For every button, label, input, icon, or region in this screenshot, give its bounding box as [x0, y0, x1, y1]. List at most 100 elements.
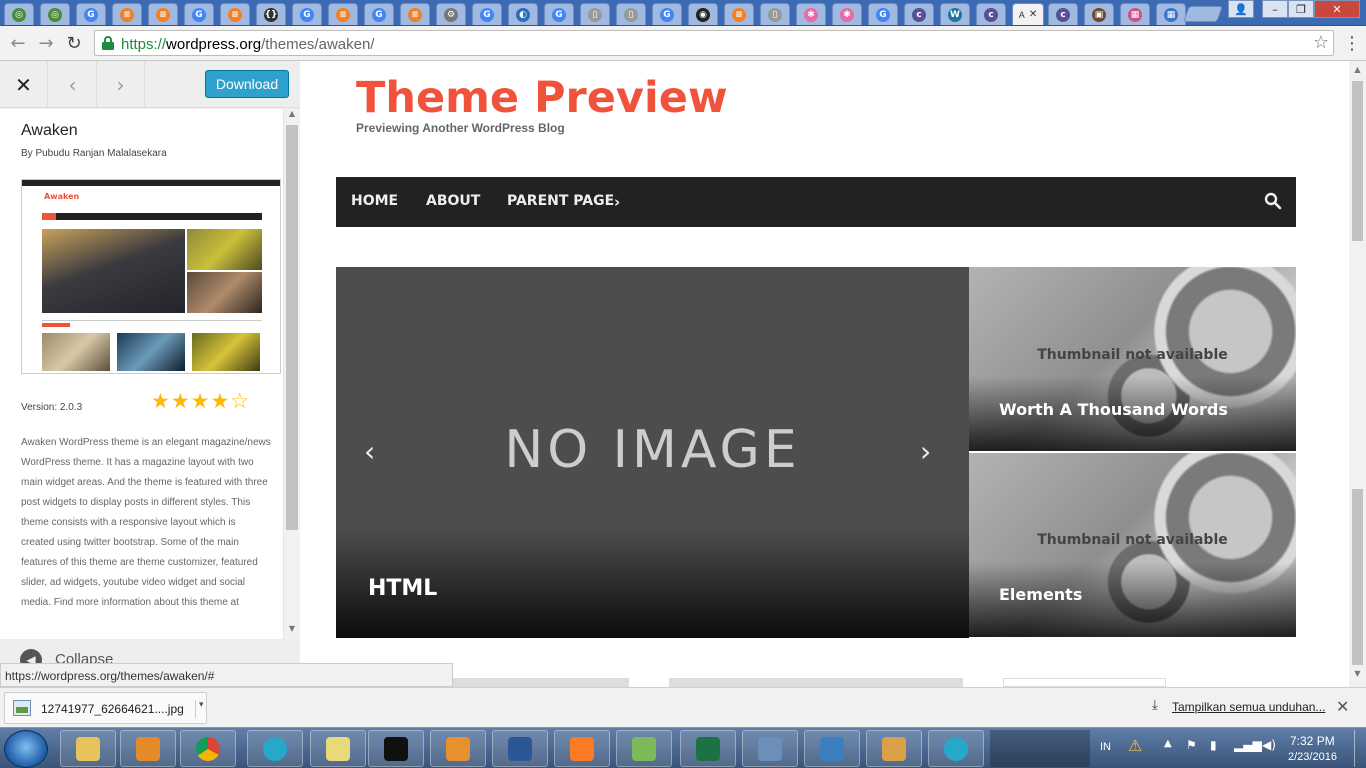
browser-tab[interactable]: ▯: [616, 3, 646, 25]
slide-title[interactable]: HTML: [368, 576, 437, 601]
scroll-down-icon[interactable]: ▼: [284, 624, 300, 636]
app-taskbar-icon[interactable]: [928, 730, 984, 767]
explorer-taskbar-icon[interactable]: [60, 730, 116, 767]
nav-item-about[interactable]: ABOUT: [426, 193, 480, 209]
browser-tab[interactable]: G: [292, 3, 322, 25]
volume-icon[interactable]: ◀): [1262, 738, 1276, 752]
app-taskbar-icon[interactable]: [247, 730, 303, 767]
nav-item-parent-page[interactable]: PARENT PAGE: [507, 193, 614, 209]
browser-tab-active[interactable]: A ✕: [1012, 3, 1044, 25]
browser-tab[interactable]: {}: [256, 3, 286, 25]
browser-tab[interactable]: ◐: [508, 3, 538, 25]
chrome-taskbar-icon[interactable]: [180, 730, 236, 767]
back-icon[interactable]: ←: [6, 32, 30, 54]
close-window-button[interactable]: ✕: [1314, 0, 1360, 18]
slider-next-icon[interactable]: ›: [920, 435, 931, 468]
browser-tab[interactable]: ≡: [148, 3, 178, 25]
media-player-taskbar-icon[interactable]: [120, 730, 176, 767]
browser-tab[interactable]: ▯: [580, 3, 610, 25]
minimize-button[interactable]: –: [1262, 0, 1288, 18]
browser-tab[interactable]: ✱: [832, 3, 862, 25]
browser-tab[interactable]: G: [544, 3, 574, 25]
browser-tab[interactable]: ≡: [112, 3, 142, 25]
clock-date[interactable]: 2/23/2016: [1288, 751, 1337, 763]
browser-tab[interactable]: ▦: [1156, 3, 1186, 25]
browser-tab[interactable]: W: [940, 3, 970, 25]
network-icon[interactable]: ▂▄▆: [1234, 738, 1262, 752]
featured-thumb[interactable]: Thumbnail not available Worth A Thousand…: [969, 267, 1296, 451]
browser-tab[interactable]: ◎: [40, 3, 70, 25]
show-all-downloads-link[interactable]: Tampilkan semua unduhan...: [1172, 700, 1325, 714]
preview-scrollbar[interactable]: ▲ ▼: [1349, 61, 1366, 687]
command-prompt-taskbar-icon[interactable]: [368, 730, 424, 767]
browser-tab[interactable]: ▣: [1084, 3, 1114, 25]
browser-tab[interactable]: c: [976, 3, 1006, 25]
browser-tab[interactable]: G: [868, 3, 898, 25]
user-profile-icon[interactable]: 👤: [1228, 0, 1254, 18]
browser-tab[interactable]: ✱: [796, 3, 826, 25]
browser-tab[interactable]: ≡: [724, 3, 754, 25]
paint-taskbar-icon[interactable]: [866, 730, 922, 767]
slider-prev-icon[interactable]: ‹: [364, 435, 375, 468]
site-title[interactable]: Theme Preview: [356, 73, 728, 123]
sticky-notes-taskbar-icon[interactable]: [310, 730, 366, 767]
url-text[interactable]: https://wordpress.org/themes/awaken/: [121, 36, 374, 53]
tab-close-icon[interactable]: ✕: [1029, 9, 1037, 20]
browser-tab[interactable]: ◉: [688, 3, 718, 25]
download-button[interactable]: Download: [205, 70, 289, 98]
chevron-left-icon[interactable]: ‹: [49, 61, 97, 108]
browser-tab[interactable]: G: [364, 3, 394, 25]
browser-tab[interactable]: ⚙: [436, 3, 466, 25]
thumb-title[interactable]: Elements: [999, 585, 1082, 604]
browser-tab[interactable]: ≡: [328, 3, 358, 25]
scrollbar-thumb[interactable]: [1352, 81, 1363, 241]
browser-tab[interactable]: c: [1048, 3, 1078, 25]
menu-icon[interactable]: ⋮: [1340, 32, 1364, 54]
browser-tab[interactable]: G: [652, 3, 682, 25]
thumb-title[interactable]: Worth A Thousand Words: [999, 400, 1228, 419]
browser-tab[interactable]: G: [76, 3, 106, 25]
show-desktop-button[interactable]: [1354, 730, 1366, 767]
device-icon[interactable]: ▮: [1210, 738, 1217, 752]
scrollbar-thumb[interactable]: [286, 125, 298, 530]
nav-item-home[interactable]: HOME: [351, 193, 398, 209]
excel-taskbar-icon[interactable]: [680, 730, 736, 767]
scroll-up-icon[interactable]: ▲: [284, 109, 300, 121]
post-card[interactable]: [453, 678, 629, 687]
browser-tab[interactable]: ≡: [220, 3, 250, 25]
reload-icon[interactable]: ↻: [62, 32, 86, 54]
flag-icon[interactable]: ⚑: [1186, 738, 1197, 752]
show-hidden-icons-icon[interactable]: ▲: [1164, 738, 1172, 749]
browser-tab[interactable]: ◎: [4, 3, 34, 25]
download-item[interactable]: 12741977_62664621....jpg ▾: [4, 692, 207, 724]
browser-tab[interactable]: ≡: [400, 3, 430, 25]
browser-tab[interactable]: G: [184, 3, 214, 25]
virtualbox-taskbar-icon[interactable]: [804, 730, 860, 767]
new-tab-button[interactable]: [1183, 6, 1223, 22]
featured-slider[interactable]: NO IMAGE HTML ‹ ›: [336, 267, 969, 638]
browser-tab[interactable]: c: [904, 3, 934, 25]
featured-thumb[interactable]: Thumbnail not available Elements: [969, 453, 1296, 637]
close-icon[interactable]: ✕: [0, 61, 48, 108]
browser-tab[interactable]: G: [472, 3, 502, 25]
bookmark-star-icon[interactable]: ☆: [1313, 32, 1329, 53]
scrollbar-thumb[interactable]: [1352, 489, 1363, 665]
close-icon[interactable]: ✕: [1336, 697, 1349, 716]
notepad-plus-taskbar-icon[interactable]: [616, 730, 672, 767]
search-icon[interactable]: [1264, 192, 1282, 210]
chevron-down-icon[interactable]: ▾: [199, 700, 204, 710]
scroll-up-icon[interactable]: ▲: [1349, 65, 1366, 74]
post-card[interactable]: [669, 678, 963, 687]
word-taskbar-icon[interactable]: [492, 730, 548, 767]
clock-time[interactable]: 7:32 PM: [1290, 734, 1335, 748]
browser-tab[interactable]: ▯: [760, 3, 790, 25]
maximize-button[interactable]: ❐: [1288, 0, 1314, 18]
scroll-down-icon[interactable]: ▼: [1349, 669, 1366, 678]
sidebar-scrollbar[interactable]: ▲ ▼: [283, 109, 300, 639]
language-indicator[interactable]: IN: [1100, 741, 1111, 753]
sublime-text-taskbar-icon[interactable]: [430, 730, 486, 767]
forward-icon[interactable]: →: [34, 32, 58, 54]
start-button[interactable]: [4, 730, 48, 768]
warning-icon[interactable]: ⚠: [1128, 736, 1142, 755]
browser-tab[interactable]: ▦: [1120, 3, 1150, 25]
